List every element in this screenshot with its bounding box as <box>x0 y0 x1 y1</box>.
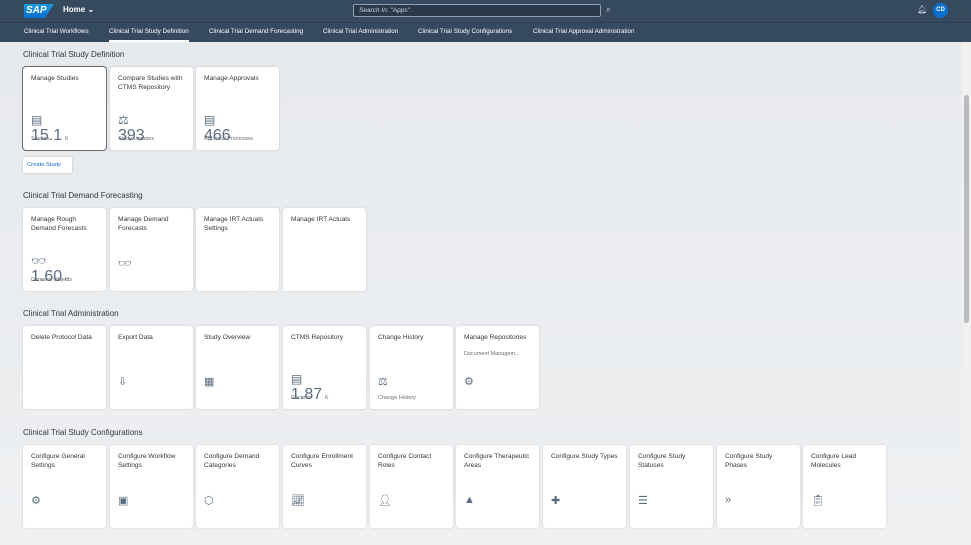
tab-clinical-trial-approval-administration[interactable]: Clinical Trial Approval Administration <box>533 28 635 35</box>
tile-footer: Demand Objects <box>31 277 72 283</box>
process-chevrons-icon: » <box>725 494 731 506</box>
app-tile[interactable]: Configure Demand Categories ⬡ <box>196 445 279 528</box>
compare-scale-icon: ⚖ <box>118 113 144 127</box>
tile-title: Change History <box>378 334 448 343</box>
document-icon: ▤ <box>291 372 327 386</box>
document-icon: ▤ <box>31 113 67 127</box>
tile-title: Configure General Settings <box>31 453 101 470</box>
shell-bar: SAP Home ⌄ Search In: "Apps" ⌕ 🔔︎ CD <box>0 0 971 22</box>
binoculars-icon: 👓︎ <box>118 257 132 270</box>
tile-title: Manage Repositories <box>464 334 534 343</box>
tile-title: Configure Workflow Settings <box>118 453 188 470</box>
clipboard-icon: 📋︎ <box>811 494 825 507</box>
tile-title: Export Data <box>118 334 188 343</box>
app-tile[interactable]: Configure Enrollment Curves 📈︎ <box>283 445 366 528</box>
tile-title: Configure Therapeutic Areas <box>464 453 534 470</box>
sap-logo[interactable]: SAP <box>24 4 54 18</box>
tile-title: Study Overview <box>204 334 274 343</box>
section-title: Clinical Trial Demand Forecasting <box>23 191 143 200</box>
tile-footer: Studies <box>31 136 49 142</box>
document-icon: ▤ <box>204 113 230 127</box>
cube-icon: ⬡ <box>204 494 214 507</box>
app-tile[interactable]: Compare Studies with CTMS Repository⚖393… <box>110 67 193 150</box>
app-tile[interactable]: Manage IRT Actuals <box>283 208 366 291</box>
tile-title: Configure Demand Categories <box>204 453 274 470</box>
app-tile[interactable]: Manage Demand Forecasts 👓︎ <box>110 208 193 291</box>
tab-clinical-trial-demand-forecasting[interactable]: Clinical Trial Demand Forecasting <box>209 28 303 35</box>
tile-title: Compare Studies with CTMS Repository <box>118 75 188 92</box>
section-title: Clinical Trial Study Configurations <box>23 428 143 437</box>
avatar[interactable]: CD <box>933 3 948 18</box>
app-tile[interactable]: Configure Study Statuses ☰ <box>630 445 713 528</box>
tile-title: Configure Contact Roles <box>378 453 448 470</box>
app-tile[interactable]: Manage Repositories Document Managem... ⚙ <box>456 326 539 409</box>
area-chart-icon: ▲ <box>464 494 475 506</box>
user-lock-icon: 👤︎ <box>378 494 392 507</box>
tile-title: Manage Demand Forecasts <box>118 216 188 233</box>
app-tile[interactable]: Export Data ⇩ <box>110 326 193 409</box>
kpi-unit: K <box>325 395 328 401</box>
tile-title: Manage IRT Actuals <box>291 216 361 225</box>
tile-footer: Approval Processes <box>204 136 253 142</box>
app-tile[interactable]: Configure Lead Molecules 📋︎ <box>803 445 886 528</box>
app-tile[interactable]: Configure Workflow Settings ▣ <box>110 445 193 528</box>
tab-clinical-trial-workflows[interactable]: Clinical Trial Workflows <box>24 28 89 35</box>
tile-title: Configure Lead Molecules <box>811 453 881 470</box>
tab-clinical-trial-study-configurations[interactable]: Clinical Trial Study Configurations <box>418 28 512 35</box>
tab-clinical-trial-study-definition[interactable]: Clinical Trial Study Definition <box>109 28 189 42</box>
app-tile[interactable]: Configure Contact Roles 👤︎ <box>370 445 453 528</box>
scrollbar[interactable] <box>962 42 971 545</box>
kpi-unit: K <box>65 136 68 142</box>
app-tile[interactable]: Manage Rough Demand Forecasts👓︎1.60KDema… <box>23 208 106 291</box>
cloud-download-icon: ⇩ <box>118 375 127 388</box>
home-menu[interactable]: Home ⌄ <box>63 5 94 14</box>
gears-icon: ⚙ <box>31 494 41 507</box>
section-title: Clinical Trial Study Definition <box>23 50 124 59</box>
app-tile[interactable]: Manage Studies▤15.1KStudies <box>23 67 106 150</box>
tile-subtitle: Document Managem... <box>464 351 536 357</box>
search-icon[interactable]: ⌕ <box>606 4 611 15</box>
app-tile[interactable]: Configure Study Phases » <box>717 445 800 528</box>
line-chart-icon: 📈︎ <box>291 494 305 507</box>
tile-title: Delete Protocol Data <box>31 334 101 343</box>
tile-footer: Change History <box>378 395 416 401</box>
tile-title: Configure Study Statuses <box>638 453 708 470</box>
tile-title: Configure Study Types <box>551 453 621 462</box>
tile-footer: Records <box>291 395 311 401</box>
tile-title: Manage IRT Actuals Settings <box>204 216 274 233</box>
notification-bell-icon[interactable]: 🔔︎ <box>917 5 927 14</box>
app-tile[interactable]: Manage Approvals▤466Approval Processes <box>196 67 279 150</box>
app-tile[interactable]: Configure Therapeutic Areas ▲ <box>456 445 539 528</box>
app-tile[interactable]: Manage IRT Actuals Settings <box>196 208 279 291</box>
app-tile[interactable]: Configure Study Types ✚ <box>543 445 626 528</box>
calendar-arrow-icon: ▣ <box>118 494 128 507</box>
tile-footer: Study Updates <box>118 136 154 142</box>
create-study-button[interactable]: Create Study <box>23 157 72 173</box>
tile-title: CTMS Repository <box>291 334 361 343</box>
app-tile[interactable]: CTMS Repository▤1.87KRecords <box>283 326 366 409</box>
gears-icon: ⚙ <box>464 375 474 388</box>
tile-title: Manage Approvals <box>204 75 274 84</box>
tile-title: Configure Study Phases <box>725 453 795 470</box>
tile-title: Manage Studies <box>31 75 101 84</box>
section-title: Clinical Trial Administration <box>23 309 119 318</box>
scrollbar-thumb[interactable] <box>964 95 969 323</box>
tile-title: Configure Enrollment Curves <box>291 453 361 470</box>
checklist-document-icon: ☰ <box>638 494 648 507</box>
app-tile[interactable]: Change History ⚖ Change History <box>370 326 453 409</box>
tab-bar: Clinical Trial Workflows Clinical Trial S… <box>0 22 971 42</box>
app-tile[interactable]: Configure General Settings ⚙ <box>23 445 106 528</box>
search-input[interactable]: Search In: "Apps" <box>353 4 601 17</box>
tile-title: Manage Rough Demand Forecasts <box>31 216 101 233</box>
medical-document-icon: ✚ <box>551 494 560 507</box>
compare-scale-icon: ⚖ <box>378 375 388 388</box>
tab-clinical-trial-administration[interactable]: Clinical Trial Administration <box>323 28 398 35</box>
app-tile[interactable]: Study Overview ▦ <box>196 326 279 409</box>
app-tile[interactable]: Delete Protocol Data <box>23 326 106 409</box>
overview-chart-icon: ▦ <box>204 375 214 388</box>
binoculars-icon: 👓︎ <box>31 254 67 268</box>
